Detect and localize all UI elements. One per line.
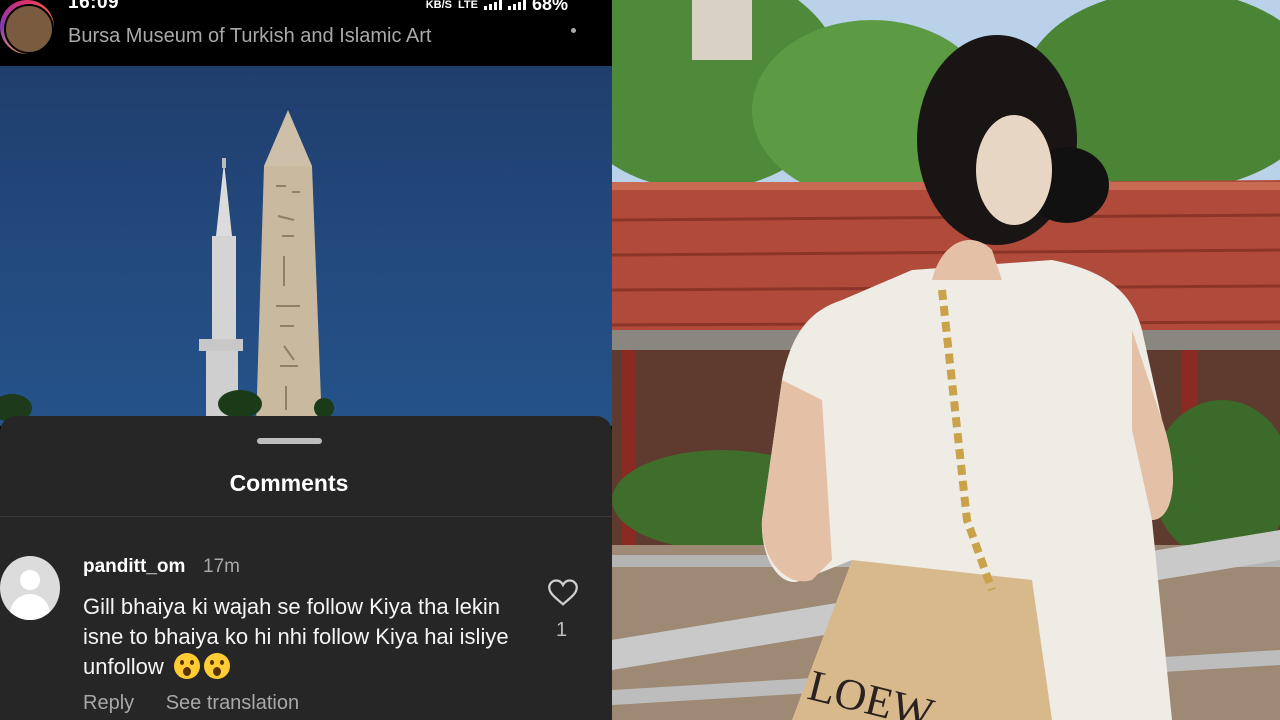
comment-item: panditt_om 17m Gill bhaiya ki wajah se f… (0, 546, 612, 720)
reply-button[interactable]: Reply (83, 692, 134, 714)
network-speed: KB/S (425, 0, 452, 11)
comments-title: Comments (229, 470, 349, 496)
like-count: 1 (556, 619, 568, 641)
comment-time: 17m (203, 556, 240, 577)
comment-actions: Reply See translation (83, 692, 325, 715)
comment-text: Gill bhaiya ki wajah se follow Kiya tha … (83, 592, 523, 682)
signal-icon (483, 0, 502, 10)
post-photo[interactable] (0, 66, 612, 426)
network-type: LTE (458, 0, 478, 11)
signal-icon (507, 0, 526, 10)
status-bar: 16:09 KB/S LTE 68% (0, 0, 612, 14)
see-translation-button[interactable]: See translation (166, 692, 299, 714)
comment-body: Gill bhaiya ki wajah se follow Kiya tha … (83, 594, 509, 679)
status-time: 16:09 (68, 0, 120, 13)
more-icon[interactable] (571, 28, 576, 33)
status-icons: KB/S LTE 68% (426, 0, 568, 15)
obelisk-minaret-image (0, 110, 334, 426)
comments-sheet: Comments panditt_om 17m Gill bhaiya ki w… (0, 416, 612, 720)
sheet-drag-handle[interactable] (257, 438, 322, 444)
comment-username[interactable]: panditt_om (83, 556, 185, 578)
astonished-face-icon (203, 653, 230, 679)
woman-on-terrace-image: LOEW (612, 0, 1280, 720)
post-header: Bursa Museum of Turkish and Islamic Art (0, 0, 612, 66)
post-location[interactable]: Bursa Museum of Turkish and Islamic Art (68, 25, 431, 48)
heart-icon[interactable] (548, 579, 578, 607)
instagram-screenshot: 16:09 KB/S LTE 68% Bursa Museum of Turki… (0, 0, 612, 720)
astonished-face-icon (173, 653, 200, 679)
divider (0, 516, 612, 517)
battery-level: 68% (531, 0, 568, 14)
profile-avatar[interactable] (0, 0, 54, 54)
commenter-avatar[interactable] (0, 556, 60, 620)
woman-photo: LOEW (612, 0, 1280, 720)
